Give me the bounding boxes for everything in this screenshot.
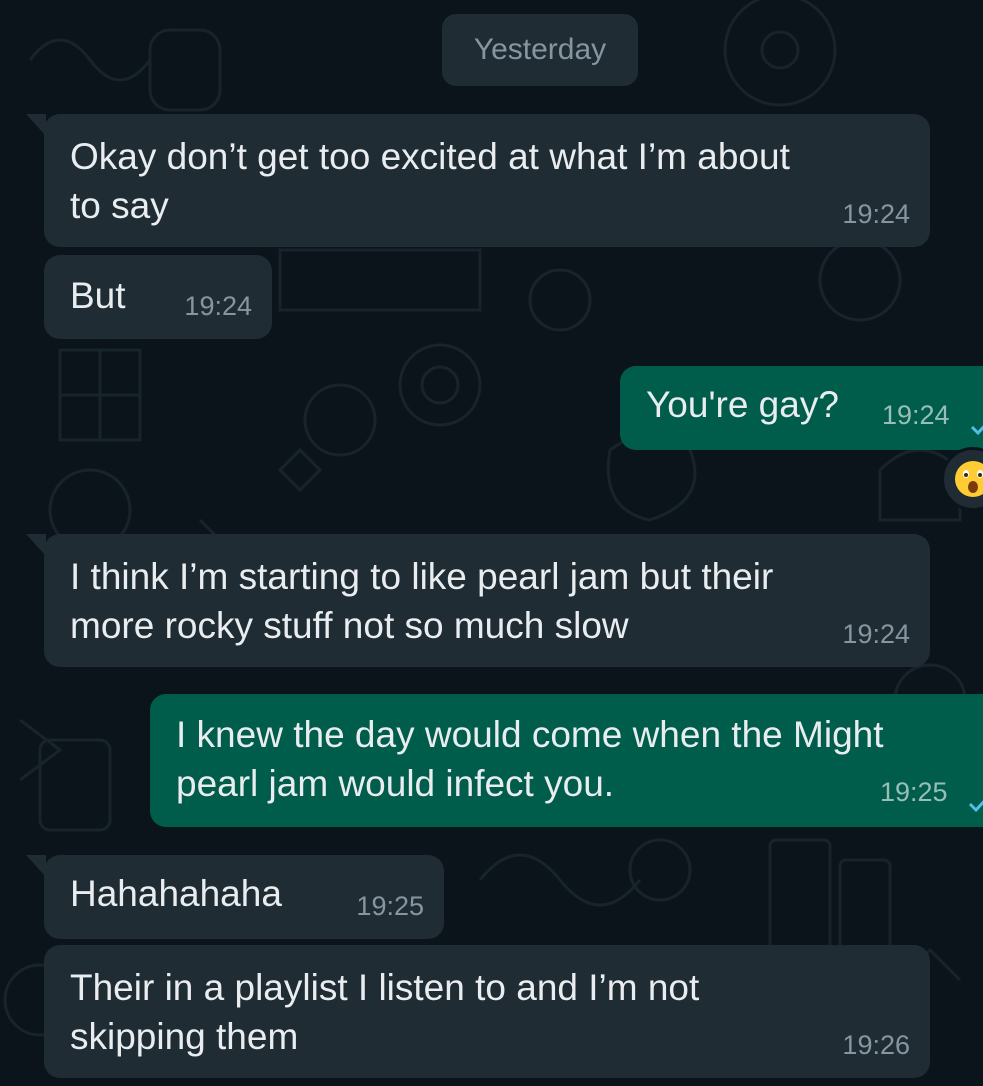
message-time: 19:24 [184,291,252,321]
message-time: 19:25 [880,777,948,807]
sent-tick-icon [968,800,983,813]
message-text: I think I’m starting to like pearl jam b… [70,556,774,646]
message-bubble-incoming[interactable]: Okay don’t get too excited at what I’m a… [44,114,930,247]
message-text: You're gay? [646,384,839,425]
message-bubble-incoming[interactable]: Their in a playlist I listen to and I’m … [44,945,930,1078]
message-bubble-incoming[interactable]: Hahahahaha 19:25 [44,855,444,939]
message-time: 19:24 [842,199,910,229]
astonished-face-emoji [955,461,983,497]
message-bubble-incoming[interactable]: But 19:24 [44,255,272,339]
message-bubble-outgoing[interactable]: You're gay? 19:24 [620,366,983,450]
message-time: 19:24 [842,619,910,649]
message-time: 19:25 [356,891,424,921]
message-bubble-outgoing[interactable]: I knew the day would come when the Might… [150,694,983,827]
message-time: 19:26 [842,1030,910,1060]
message-text: I knew the day would come when the Might… [176,714,884,804]
bubble-tail [26,855,46,877]
bubble-tail [26,534,46,556]
message-time: 19:24 [882,400,950,430]
message-text: But [70,275,126,316]
date-separator: Yesterday [442,14,638,86]
message-text: Hahahahaha [70,873,282,914]
message-text: Okay don’t get too excited at what I’m a… [70,136,790,226]
message-text: Their in a playlist I listen to and I’m … [70,967,700,1057]
chat-window: Yesterday Okay don’t get too excited at … [0,0,983,1086]
message-bubble-incoming[interactable]: I think I’m starting to like pearl jam b… [44,534,930,667]
bubble-tail [26,114,46,136]
sent-tick-icon [970,425,983,436]
